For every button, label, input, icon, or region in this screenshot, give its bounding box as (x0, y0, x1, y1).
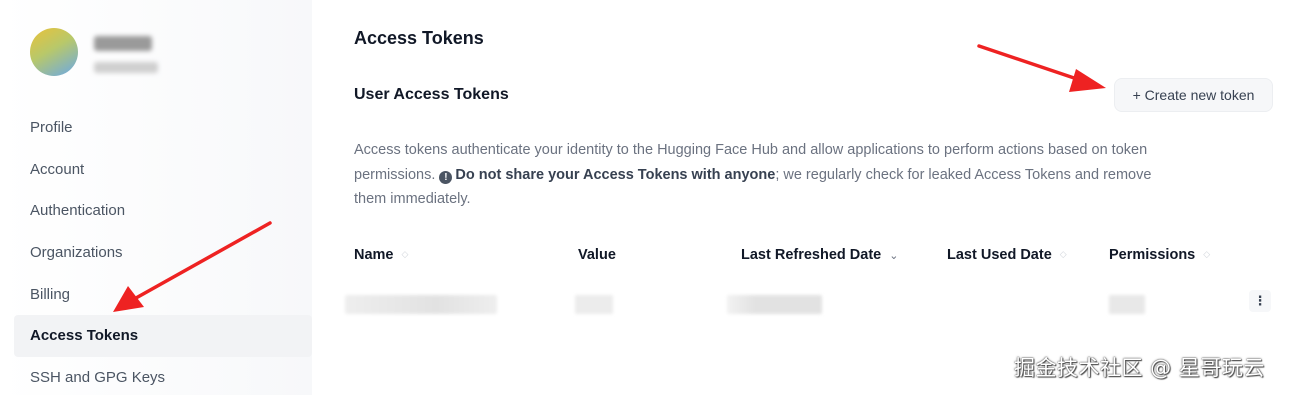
column-header-last-refreshed[interactable]: Last Refreshed Date ⌄ (741, 247, 898, 263)
kebab-menu-icon[interactable]: ⋮ (1249, 290, 1271, 312)
main-content: Access Tokens User Access Tokens + Creat… (345, 0, 1294, 395)
sidebar: Profile Account Authentication Organizat… (0, 0, 312, 395)
create-new-token-button[interactable]: + Create new token (1114, 78, 1273, 112)
column-header-label: Permissions (1109, 247, 1196, 263)
sidebar-item-billing[interactable]: Billing (14, 274, 312, 316)
column-header-label: Value (578, 247, 616, 263)
sidebar-item-account[interactable]: Account (14, 149, 312, 191)
column-header-last-used[interactable]: Last Used Date ◇ (947, 247, 1067, 263)
blurred-token-value (575, 295, 613, 314)
sidebar-item-organizations[interactable]: Organizations (14, 232, 312, 274)
sort-icon: ◇ (401, 249, 409, 259)
user-profile[interactable] (30, 28, 230, 80)
blurred-user-handle (94, 62, 158, 73)
settings-page: Profile Account Authentication Organizat… (0, 0, 1314, 395)
column-header-name[interactable]: Name ◇ (354, 247, 408, 263)
page-title: Access Tokens (354, 28, 484, 48)
sort-icon: ◇ (1203, 249, 1211, 259)
blurred-token-name (345, 295, 497, 314)
blurred-username (94, 36, 152, 51)
sidebar-item-authentication[interactable]: Authentication (14, 190, 312, 232)
sort-desc-icon: ⌄ (889, 250, 899, 262)
watermark: 掘金技术社区 @ 星哥玩云 (1014, 356, 1265, 380)
column-header-permissions[interactable]: Permissions ◇ (1109, 247, 1210, 263)
column-header-label: Last Refreshed Date (741, 247, 882, 263)
column-header-label: Last Used Date (947, 247, 1052, 263)
column-header-label: Name (354, 247, 394, 263)
settings-nav: Profile Account Authentication Organizat… (14, 107, 312, 395)
description-text: Access tokens authenticate your identity… (354, 138, 1174, 212)
sidebar-item-profile[interactable]: Profile (14, 107, 312, 149)
blurred-permissions (1109, 295, 1145, 314)
column-header-value: Value (578, 247, 616, 263)
blurred-last-refreshed (727, 295, 822, 314)
sort-icon: ◇ (1059, 249, 1067, 259)
sidebar-item-ssh-gpg-keys[interactable]: SSH and GPG Keys (14, 357, 312, 395)
description-warning: Do not share your Access Tokens with any… (455, 166, 776, 183)
sidebar-item-access-tokens[interactable]: Access Tokens (14, 315, 312, 358)
section-title: User Access Tokens (354, 86, 509, 103)
avatar[interactable] (30, 28, 78, 76)
info-icon: ! (439, 170, 453, 184)
